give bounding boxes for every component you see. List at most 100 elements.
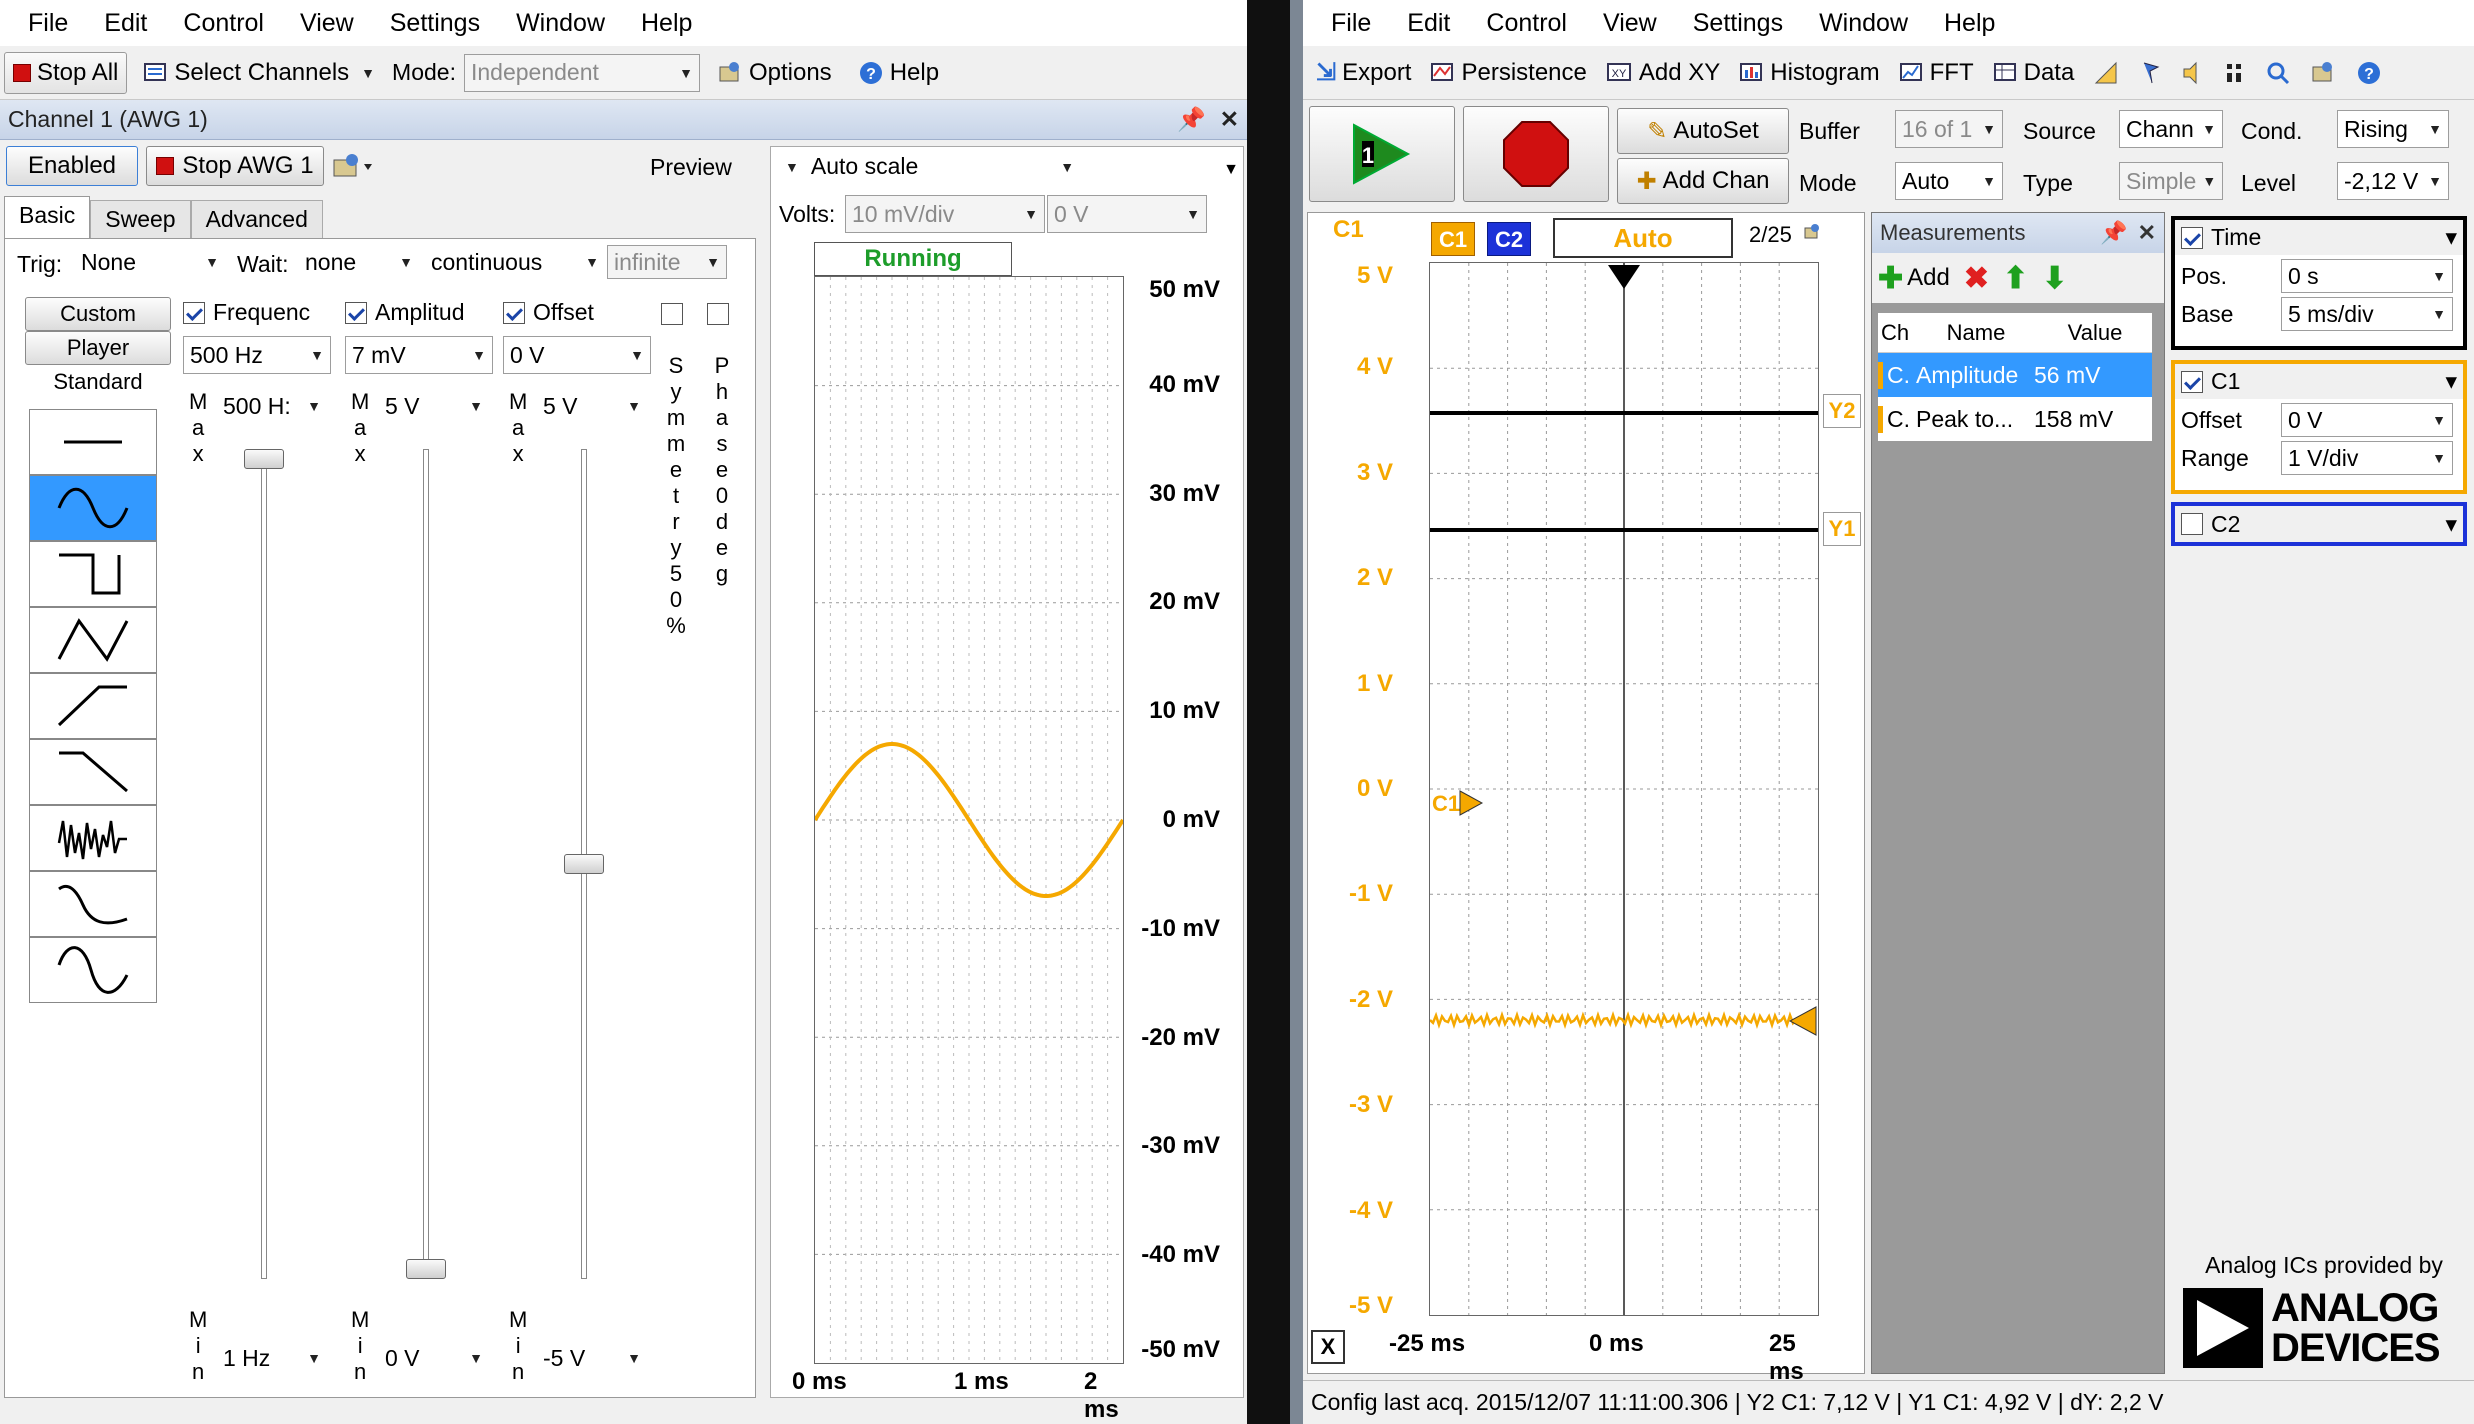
wait-select[interactable]: none ▼ xyxy=(299,243,419,281)
time-options-icon[interactable]: ▾ xyxy=(2445,224,2457,251)
c1-offset-marker[interactable] xyxy=(1459,790,1484,816)
close-icon[interactable]: ✕ xyxy=(2138,220,2156,245)
trig-select[interactable]: None ▼ xyxy=(75,243,225,281)
trigger-level-marker[interactable] xyxy=(1788,1006,1817,1036)
cursor-y2-handle[interactable]: Y2 xyxy=(1823,394,1861,428)
offset-min-select[interactable]: -5 V ▼ xyxy=(537,1339,647,1377)
menu-help[interactable]: Help xyxy=(623,9,710,38)
move-down-icon[interactable]: ⬇ xyxy=(2042,261,2067,296)
frequency-slider-thumb[interactable] xyxy=(244,449,284,469)
menu-window[interactable]: Window xyxy=(1801,9,1926,38)
close-icon[interactable]: ✕ xyxy=(1220,106,1239,132)
menu-file[interactable]: File xyxy=(10,9,86,38)
trigger-marker-button[interactable] xyxy=(2131,52,2171,94)
delete-measurement-icon[interactable]: ✖ xyxy=(1964,261,1989,296)
persistence-button[interactable]: Persistence xyxy=(1422,52,1595,94)
c1-range-select[interactable]: 1 V/div ▼ xyxy=(2281,441,2453,475)
time-pos-select[interactable]: 0 s ▼ xyxy=(2281,259,2453,293)
menu-settings[interactable]: Settings xyxy=(1675,9,1801,38)
run-mode-select[interactable]: continuous ▼ xyxy=(425,243,605,281)
waveform-sine-button[interactable] xyxy=(29,475,157,541)
scope-options-button[interactable] xyxy=(2301,52,2345,94)
menu-window[interactable]: Window xyxy=(498,9,623,38)
select-channels-button[interactable]: Select Channels ▼ xyxy=(135,52,384,94)
trigger-level-select[interactable]: -2,12 V ▼ xyxy=(2337,162,2449,200)
frequency-slider[interactable] xyxy=(241,449,291,1279)
move-up-icon[interactable]: ⬆ xyxy=(2003,261,2028,296)
export-button[interactable]: ⇲ Export xyxy=(1307,52,1420,94)
waveform-dc-button[interactable] xyxy=(29,409,157,475)
stop-awg-button[interactable]: Stop AWG 1 xyxy=(146,146,324,186)
plot-options-icon[interactable] xyxy=(1803,222,1823,247)
tab-sweep[interactable]: Sweep xyxy=(90,200,191,239)
add-channel-button[interactable]: ✚ Add Chan xyxy=(1617,158,1789,204)
volts-offset-select[interactable]: 0 V ▼ xyxy=(1047,195,1207,233)
cursor-y1-handle[interactable]: Y1 xyxy=(1823,512,1861,546)
fft-button[interactable]: FFT xyxy=(1891,52,1983,94)
amplitude-select[interactable]: 7 mV ▼ xyxy=(345,336,493,374)
waveform-trapezium-button[interactable] xyxy=(29,871,157,937)
layout-button[interactable] xyxy=(2215,52,2255,94)
tab-standard[interactable]: Standard xyxy=(25,365,171,399)
menu-edit[interactable]: Edit xyxy=(1389,9,1468,38)
offset-slider[interactable] xyxy=(561,449,611,1279)
amplitude-min-select[interactable]: 0 V ▼ xyxy=(379,1339,489,1377)
pin-icon[interactable]: 📌 xyxy=(2100,220,2127,245)
data-button[interactable]: Data xyxy=(1985,52,2084,94)
menu-settings[interactable]: Settings xyxy=(372,9,498,38)
panel-overflow-icon[interactable]: ▼ xyxy=(1223,161,1239,179)
autoscale-select[interactable]: ▼ Auto scale ▼ xyxy=(779,153,1074,180)
waveform-triangle-button[interactable] xyxy=(29,607,157,673)
offset-select[interactable]: 0 V ▼ xyxy=(503,336,651,374)
add-measurement-button[interactable]: ✚ Add xyxy=(1878,261,1950,296)
measurement-row[interactable]: C... Peak to... 158 mV xyxy=(1878,397,2152,441)
menu-view[interactable]: View xyxy=(1585,9,1675,38)
stop-all-button[interactable]: Stop All xyxy=(4,51,128,94)
pin-icon[interactable]: 📌 xyxy=(1177,106,1206,132)
buffer-select[interactable]: 16 of 1 ▼ xyxy=(1895,110,2003,148)
histogram-button[interactable]: Histogram xyxy=(1731,52,1888,94)
single-run-button[interactable]: 1 xyxy=(1309,106,1455,202)
tab-basic[interactable]: Basic xyxy=(4,196,91,239)
trigger-type-select[interactable]: Simple ▼ xyxy=(2119,162,2223,200)
menu-control[interactable]: Control xyxy=(165,9,282,38)
c1-offset-select[interactable]: 0 V ▼ xyxy=(2281,403,2453,437)
waveform-square-button[interactable] xyxy=(29,541,157,607)
offset-max-select[interactable]: 5 V ▼ xyxy=(537,387,647,425)
tab-advanced[interactable]: Advanced xyxy=(190,200,323,239)
cursor-button[interactable] xyxy=(2085,52,2129,94)
options-button[interactable]: Options xyxy=(708,52,841,94)
c1-options-icon[interactable]: ▾ xyxy=(2445,368,2457,395)
offset-slider-thumb[interactable] xyxy=(564,854,604,874)
mode-select[interactable]: Independent ▼ xyxy=(463,53,700,92)
scope-help-button[interactable]: ? xyxy=(2347,52,2391,94)
frequency-checkbox[interactable] xyxy=(183,301,205,324)
menu-file[interactable]: File xyxy=(1313,9,1389,38)
stop-button[interactable] xyxy=(1463,106,1609,202)
volts-per-div-select[interactable]: 10 mV/div ▼ xyxy=(845,195,1045,233)
c2-tab[interactable]: C2 xyxy=(1487,222,1531,256)
tab-custom[interactable]: Custom xyxy=(25,297,171,331)
add-xy-button[interactable]: XY Add XY xyxy=(1598,52,1729,94)
repeat-count-select[interactable]: infinite ▼ xyxy=(607,245,727,279)
trigger-condition-select[interactable]: Rising ▼ xyxy=(2337,110,2449,148)
c1-checkbox[interactable] xyxy=(2181,370,2203,393)
waveform-rising-ramp-button[interactable] xyxy=(29,673,157,739)
channel-options-icon[interactable] xyxy=(332,152,376,185)
time-base-select[interactable]: 5 ms/div ▼ xyxy=(2281,297,2453,331)
amplitude-slider-thumb[interactable] xyxy=(406,1259,446,1279)
time-checkbox[interactable] xyxy=(2181,226,2203,249)
amplitude-checkbox[interactable] xyxy=(345,301,367,324)
enabled-button[interactable]: Enabled xyxy=(6,146,138,186)
trigger-source-select[interactable]: Chann ▼ xyxy=(2119,110,2223,148)
offset-checkbox[interactable] xyxy=(503,301,525,324)
waveform-sine-power-button[interactable] xyxy=(29,937,157,1003)
amplitude-slider[interactable] xyxy=(403,449,453,1279)
symmetry-checkbox[interactable] xyxy=(661,303,683,325)
frequency-min-select[interactable]: 1 Hz ▼ xyxy=(217,1339,327,1377)
sound-button[interactable] xyxy=(2173,52,2213,94)
zoom-button[interactable] xyxy=(2257,52,2299,94)
menu-view[interactable]: View xyxy=(282,9,372,38)
waveform-noise-button[interactable] xyxy=(29,805,157,871)
c1-tab[interactable]: C1 xyxy=(1431,222,1475,256)
